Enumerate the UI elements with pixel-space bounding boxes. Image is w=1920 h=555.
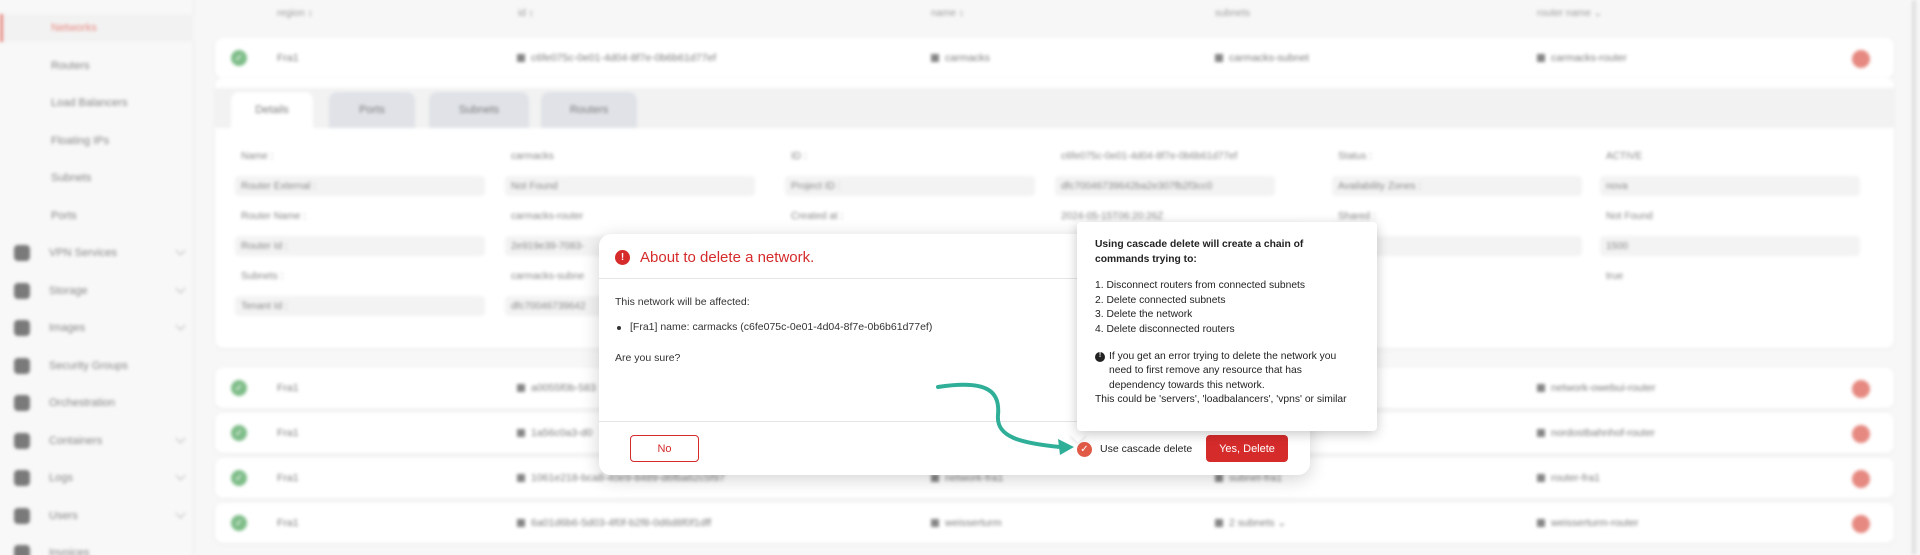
dialog-title: ! About to delete a network. [615, 244, 814, 270]
affected-label: This network will be affected: [615, 296, 750, 308]
bullet-icon [617, 326, 621, 330]
tooltip-note: ! If you get an error trying to delete t… [1095, 350, 1359, 394]
cascade-label: Use cascade delete [1100, 443, 1193, 455]
affected-item: [Fra1] name: carmacks (c6fe075c-0e01-4d0… [630, 321, 933, 333]
tooltip-step: 3. Delete the network [1095, 309, 1193, 321]
yes-delete-button[interactable]: Yes, Delete [1206, 435, 1288, 462]
warning-icon: ! [615, 249, 630, 265]
tooltip-note-text: If you get an error trying to delete the… [1109, 350, 1337, 391]
tooltip-step: 1. Disconnect routers from connected sub… [1095, 280, 1306, 292]
tooltip-note2: This could be 'servers', 'loadbalancers'… [1095, 394, 1347, 406]
cascade-tooltip: Using cascade delete will create a chain… [1077, 222, 1377, 431]
annotation-arrow-icon [936, 382, 1074, 455]
info-icon: ! [1095, 351, 1105, 362]
confirm-question: Are you sure? [615, 352, 681, 364]
tooltip-step: 4. Delete disconnected routers [1095, 323, 1235, 335]
dialog-title-text: About to delete a network. [640, 248, 815, 266]
tooltip-steps: 1. Disconnect routers from connected sub… [1095, 279, 1359, 337]
no-button[interactable]: No [630, 435, 699, 462]
tooltip-step: 2. Delete connected subnets [1095, 294, 1226, 306]
tooltip-heading: Using cascade delete will create a chain… [1095, 239, 1304, 265]
cascade-delete-toggle[interactable]: ✓ Use cascade delete [1077, 439, 1192, 459]
